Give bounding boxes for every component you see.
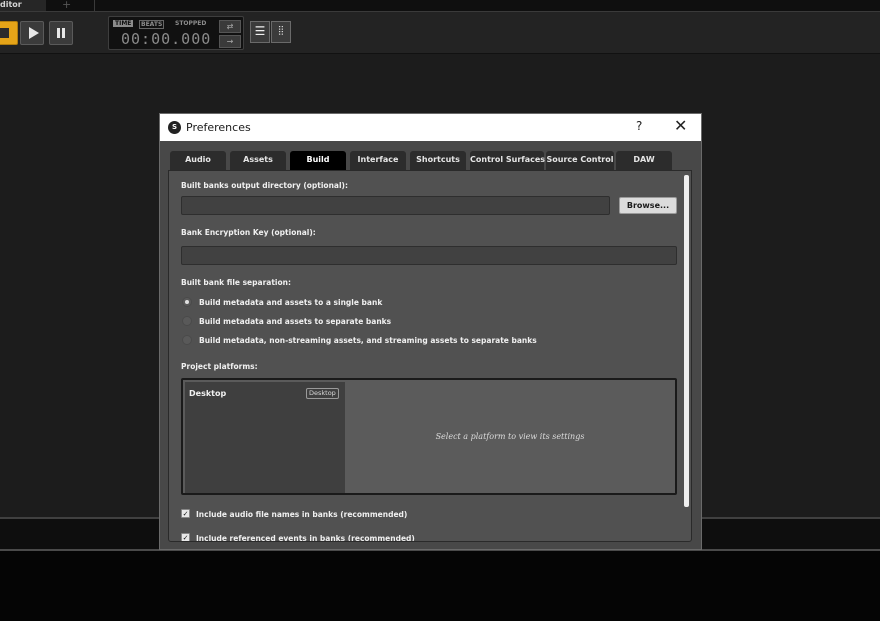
- separation-option-label: Build metadata, non-streaming assets, an…: [199, 336, 537, 345]
- pause-icon[interactable]: [49, 21, 73, 45]
- platforms-box: Desktop Desktop Select a platform to vie…: [181, 378, 677, 495]
- separation-label: Built bank file separation:: [181, 278, 291, 287]
- include-audio-names-checkbox[interactable]: ✓: [181, 509, 190, 518]
- tab-assets[interactable]: Assets: [230, 151, 286, 170]
- tab-build[interactable]: Build: [290, 151, 346, 170]
- follow-icon[interactable]: →: [219, 35, 241, 48]
- tab-audio[interactable]: Audio: [170, 151, 226, 170]
- encryption-key-field[interactable]: [181, 246, 677, 265]
- platform-hint: Select a platform to view its settings: [435, 432, 585, 441]
- separation-radio-single[interactable]: [182, 297, 192, 307]
- tab-daw[interactable]: DAW: [616, 151, 672, 170]
- project-platforms-label: Project platforms:: [181, 362, 258, 371]
- separation-option-label: Build metadata and assets to a single ba…: [199, 298, 383, 307]
- platform-item-desktop[interactable]: Desktop: [189, 389, 226, 398]
- bottom-background: [0, 551, 880, 621]
- browse-button[interactable]: Browse...: [619, 197, 677, 214]
- platform-type-badge: Desktop: [306, 388, 339, 399]
- tab-editor[interactable]: ditor: [0, 0, 46, 11]
- platform-list: Desktop Desktop: [185, 382, 345, 493]
- grid-icon[interactable]: ⦙⦙: [271, 21, 291, 43]
- encryption-key-label: Bank Encryption Key (optional):: [181, 228, 316, 237]
- stop-icon[interactable]: [0, 21, 18, 45]
- tab-control-surfaces[interactable]: Control Surfaces: [470, 151, 545, 170]
- tab-shortcuts[interactable]: Shortcuts: [410, 151, 466, 170]
- list-icon[interactable]: ☰: [250, 21, 270, 43]
- dialog-titlebar: S Preferences ? ✕: [160, 114, 701, 141]
- transport-status: STOPPED: [175, 20, 207, 27]
- play-icon[interactable]: [20, 21, 44, 45]
- time-readout: 00:00.000: [121, 30, 212, 48]
- output-dir-label: Built banks output directory (optional):: [181, 181, 348, 190]
- checkbox-label: Include referenced events in banks (reco…: [196, 534, 415, 542]
- include-referenced-events-checkbox[interactable]: ✓: [181, 533, 190, 541]
- document-tab-strip: ditor +: [0, 0, 880, 12]
- panel-scrollbar[interactable]: [684, 175, 689, 507]
- close-button[interactable]: ✕: [674, 116, 687, 135]
- checkbox-label: Include audio file names in banks (recom…: [196, 510, 408, 519]
- tab-source-control[interactable]: Source Control: [546, 151, 614, 170]
- transport-display: TIME BEATS STOPPED 00:00.000 ⇄ →: [108, 16, 244, 50]
- separation-option-label: Build metadata and assets to separate ba…: [199, 317, 392, 326]
- preferences-dialog: S Preferences ? ✕ Audio Assets Build Int…: [159, 113, 702, 550]
- time-mode-button[interactable]: TIME: [113, 20, 134, 27]
- output-dir-field[interactable]: [181, 196, 610, 215]
- beats-mode-button[interactable]: BEATS: [139, 20, 165, 29]
- tab-interface[interactable]: Interface: [350, 151, 406, 170]
- help-button[interactable]: ?: [636, 119, 642, 133]
- dialog-title: Preferences: [186, 121, 251, 134]
- loop-icon[interactable]: ⇄: [219, 20, 241, 33]
- separation-radio-streaming[interactable]: [182, 335, 192, 345]
- tab-divider: [94, 0, 95, 11]
- fmod-logo-icon: S: [168, 121, 181, 134]
- transport-toolbar: TIME BEATS STOPPED 00:00.000 ⇄ → ☰ ⦙⦙: [0, 12, 880, 54]
- add-tab-button[interactable]: +: [62, 0, 71, 11]
- build-settings-panel: Built banks output directory (optional):…: [168, 170, 692, 542]
- separation-radio-separate[interactable]: [182, 316, 192, 326]
